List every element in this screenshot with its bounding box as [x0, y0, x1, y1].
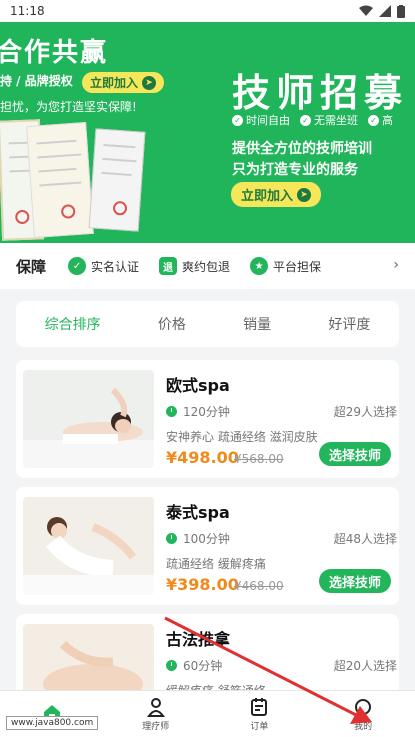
tab-order[interactable]: 订单 [208, 691, 312, 737]
tab-sales[interactable]: 销量 [243, 314, 271, 334]
check-icon: ✓ [368, 114, 379, 126]
tab-comprehensive[interactable]: 综合排序 [45, 314, 101, 334]
coop-join-label: 立即加入 [90, 76, 139, 90]
feature-item: ✓ 高 [368, 112, 393, 128]
service-card[interactable]: 欧式spa 120分钟 超29人选择 安神养心 疏通经络 滋润皮肤 ¥498.0… [16, 360, 399, 478]
check-icon: ✓ [300, 114, 311, 126]
profile-icon [353, 697, 373, 717]
clock-icon [166, 406, 177, 417]
wifi-icon [359, 5, 373, 16]
watermark: www.java800.com [6, 716, 99, 730]
feature-item: ✓ 时间自由 [232, 112, 290, 128]
service-sold-count: 超20人选择 [333, 659, 397, 673]
recruit-description: 只为打造专业的服务 [232, 162, 358, 178]
tab-mine-label: 我的 [354, 721, 373, 732]
recruit-banner[interactable]: 合作共赢 持 / 品牌授权 担忧，为您打造坚实保障! 立即加入 ➤ 技师招募 ✓… [0, 22, 415, 243]
status-icons [359, 4, 405, 18]
user-check-icon: ✓ [68, 257, 87, 275]
person-icon [146, 697, 166, 717]
chevron-right-icon[interactable]: › [393, 257, 399, 273]
service-image [23, 497, 154, 595]
choose-therapist-button[interactable]: 选择技师 [319, 569, 391, 593]
arrow-right-icon: ➤ [142, 75, 157, 90]
recruit-description: 提供全方位的技师培训 [232, 141, 372, 157]
service-sold-count: 超48人选择 [333, 532, 397, 546]
service-original-price: ¥468.00 [234, 579, 284, 593]
cooperation-panel: 合作共赢 持 / 品牌授权 担忧，为您打造坚实保障! [0, 22, 160, 243]
guarantee-bar[interactable]: 保障 ✓ 实名认证 退 爽约包退 ★ 平台担保 › [0, 243, 415, 289]
tab-therapist[interactable]: 理疗师 [104, 691, 208, 737]
certificate-image [88, 128, 146, 232]
tab-mine[interactable]: 我的 [311, 691, 415, 737]
coop-subtitle: 持 / 品牌授权 [0, 74, 73, 88]
service-duration: 120分钟 [166, 403, 230, 420]
choose-therapist-button[interactable]: 选择技师 [319, 442, 391, 466]
service-duration: 60分钟 [166, 657, 222, 674]
signal-icon [379, 5, 391, 17]
service-price: ¥398.00 [166, 575, 239, 594]
tab-rating[interactable]: 好评度 [328, 314, 370, 334]
guarantee-item-verified: ✓ 实名认证 [68, 257, 139, 275]
tab-therapist-label: 理疗师 [142, 721, 170, 732]
service-name: 欧式spa [166, 376, 230, 395]
service-original-price: ¥568.00 [234, 452, 284, 466]
award-icon: ★ [250, 257, 269, 275]
battery-icon [397, 4, 405, 18]
guarantee-item-refund: 退 爽约包退 [159, 257, 230, 275]
service-card[interactable]: 泰式spa 100分钟 超48人选择 疏通经络 缓解疼痛 ¥398.00 ¥46… [16, 487, 399, 605]
recruit-title: 技师招募 [232, 71, 409, 115]
check-icon: ✓ [232, 114, 243, 126]
coop-title: 合作共赢 [0, 38, 109, 68]
service-image [23, 370, 154, 468]
guarantee-item-platform: ★ 平台担保 [250, 257, 321, 275]
service-name: 古法推拿 [166, 630, 231, 649]
service-sold-count: 超29人选择 [333, 405, 397, 419]
clock-icon [166, 660, 177, 671]
arrow-right-icon: ➤ [297, 187, 312, 202]
coop-join-button[interactable]: 立即加入 ➤ [82, 72, 165, 93]
service-duration: 100分钟 [166, 530, 230, 547]
service-price: ¥498.00 [166, 448, 239, 467]
clock-icon [166, 533, 177, 544]
order-icon [249, 697, 269, 717]
status-bar: 11:18 [0, 0, 415, 22]
refund-icon: 退 [159, 257, 178, 275]
sort-tabs: 综合排序 价格 销量 好评度 [16, 301, 399, 347]
recruit-join-button[interactable]: 立即加入 ➤ [231, 182, 322, 207]
certificate-image [26, 122, 94, 238]
recruit-features: ✓ 时间自由 ✓ 无需坐班 ✓ 高 [232, 112, 393, 128]
coop-description: 担忧，为您打造坚实保障! [0, 100, 137, 114]
tab-order-label: 订单 [250, 721, 269, 732]
recruit-join-label: 立即加入 [241, 189, 294, 204]
tab-price[interactable]: 价格 [158, 314, 186, 334]
feature-item: ✓ 无需坐班 [300, 112, 358, 128]
tab-home[interactable] [0, 691, 104, 737]
status-time: 11:18 [10, 4, 45, 18]
service-name: 泰式spa [166, 503, 230, 522]
guarantee-title: 保障 [16, 257, 47, 276]
